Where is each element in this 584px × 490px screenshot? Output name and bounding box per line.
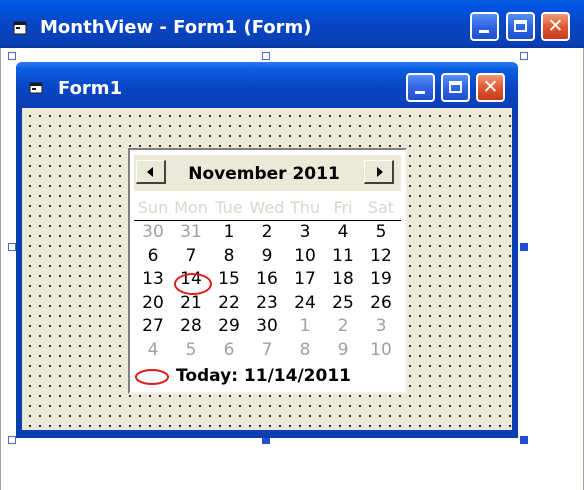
calendar-day[interactable]: 26 [362,292,400,315]
today-circle-icon [135,369,169,385]
calendar-day[interactable]: 25 [324,292,362,315]
calendar-day-adjacent-month[interactable]: 4 [134,339,172,362]
calendar-day-adjacent-month[interactable]: 31 [172,221,210,244]
arrow-right-icon [377,167,383,177]
resize-handle-top [262,52,270,60]
monthview-header: November 2011 [134,155,401,191]
form1-close-button[interactable]: ✕ [476,73,505,102]
calendar-day-adjacent-month[interactable]: 6 [210,339,248,362]
today-highlight-circle [174,273,212,295]
designer-window-title: MonthView - Form1 (Form) [40,17,312,38]
maximize-icon [449,81,462,93]
calendar-day[interactable]: 5 [362,221,400,244]
calendar-day[interactable]: 10 [286,245,324,268]
calendar-day[interactable]: 27 [134,315,172,338]
calendar-day-adjacent-month[interactable]: 3 [362,315,400,338]
weekday-label: Thu [289,198,321,217]
close-icon: ✕ [482,76,499,98]
calendar-day-adjacent-month[interactable]: 30 [134,221,172,244]
weekday-label: Mon [174,198,208,217]
resize-handle-bottom-left [8,436,16,444]
calendar-day-adjacent-month[interactable]: 10 [362,339,400,362]
calendar-day[interactable]: 12 [362,245,400,268]
form1-window[interactable]: Form1 ✕ November 2011 Sun Mon Tue Wed Th… [16,62,518,438]
calendar-day[interactable]: 15 [210,268,248,291]
maximize-icon [514,20,527,32]
weekday-label: Wed [249,198,285,217]
calendar-day[interactable]: 16 [248,268,286,291]
calendar-day-adjacent-month[interactable]: 5 [172,339,210,362]
weekday-header-row: Sun Mon Tue Wed Thu Fri Sat [134,196,401,221]
today-row[interactable]: Today: 11/14/2011 [134,364,401,388]
calendar-day[interactable]: 6 [134,245,172,268]
calendar-day[interactable]: 30 [248,315,286,338]
calendar-day[interactable]: 2 [248,221,286,244]
calendar-day-adjacent-month[interactable]: 1 [286,315,324,338]
resize-handle-top-left [8,52,16,60]
calendar-day[interactable]: 3 [286,221,324,244]
calendar-day[interactable]: 19 [362,268,400,291]
weekday-label: Fri [333,198,353,217]
calendar-day[interactable]: 20 [134,292,172,315]
today-label: Today: 11/14/2011 [176,366,351,386]
calendar-day[interactable]: 29 [210,315,248,338]
calendar-day-adjacent-month[interactable]: 9 [324,339,362,362]
form1-maximize-button[interactable] [441,73,470,102]
calendar-day-adjacent-month[interactable]: 8 [286,339,324,362]
calendar-day[interactable]: 18 [324,268,362,291]
calendar-day[interactable]: 9 [248,245,286,268]
minimize-icon [415,91,425,94]
close-icon: ✕ [547,15,564,37]
calendar-day[interactable]: 28 [172,315,210,338]
form1-design-surface[interactable]: November 2011 Sun Mon Tue Wed Thu Fri Sa… [22,108,512,430]
maximize-button[interactable] [506,12,535,41]
form-icon [29,82,43,94]
form-icon [13,21,27,35]
weekday-label: Tue [215,198,243,217]
resize-handle-left [8,243,16,251]
calendar-day[interactable]: 17 [286,268,324,291]
calendar-day[interactable]: 24 [286,292,324,315]
next-month-button[interactable] [364,160,394,184]
minimize-icon [479,30,489,33]
resize-handle-bottom-right[interactable] [520,436,528,444]
minimize-button[interactable] [470,12,499,41]
month-year-title[interactable]: November 2011 [174,164,354,184]
calendar-day[interactable]: 1 [210,221,248,244]
arrow-left-icon [147,167,153,177]
form1-titlebar[interactable]: Form1 ✕ [16,62,518,108]
designer-window-titlebar[interactable]: MonthView - Form1 (Form) ✕ [0,0,584,48]
weekday-label: Sun [137,198,169,217]
calendar-day-adjacent-month[interactable]: 7 [248,339,286,362]
calendar-day[interactable]: 22 [210,292,248,315]
calendar-day[interactable]: 13 [134,268,172,291]
previous-month-button[interactable] [136,160,166,184]
calendar-day[interactable]: 7 [172,245,210,268]
form1-minimize-button[interactable] [406,73,435,102]
monthview-control[interactable]: November 2011 Sun Mon Tue Wed Thu Fri Sa… [128,148,407,394]
calendar-day[interactable]: 23 [248,292,286,315]
close-button[interactable]: ✕ [541,12,570,41]
calendar-day[interactable]: 8 [210,245,248,268]
weekday-label: Sat [367,198,395,217]
form1-title: Form1 [58,78,123,99]
resize-handle-top-right [520,52,528,60]
calendar-day-adjacent-month[interactable]: 2 [324,315,362,338]
resize-handle-right[interactable] [520,243,528,251]
calendar-day[interactable]: 11 [324,245,362,268]
calendar-day[interactable]: 4 [324,221,362,244]
